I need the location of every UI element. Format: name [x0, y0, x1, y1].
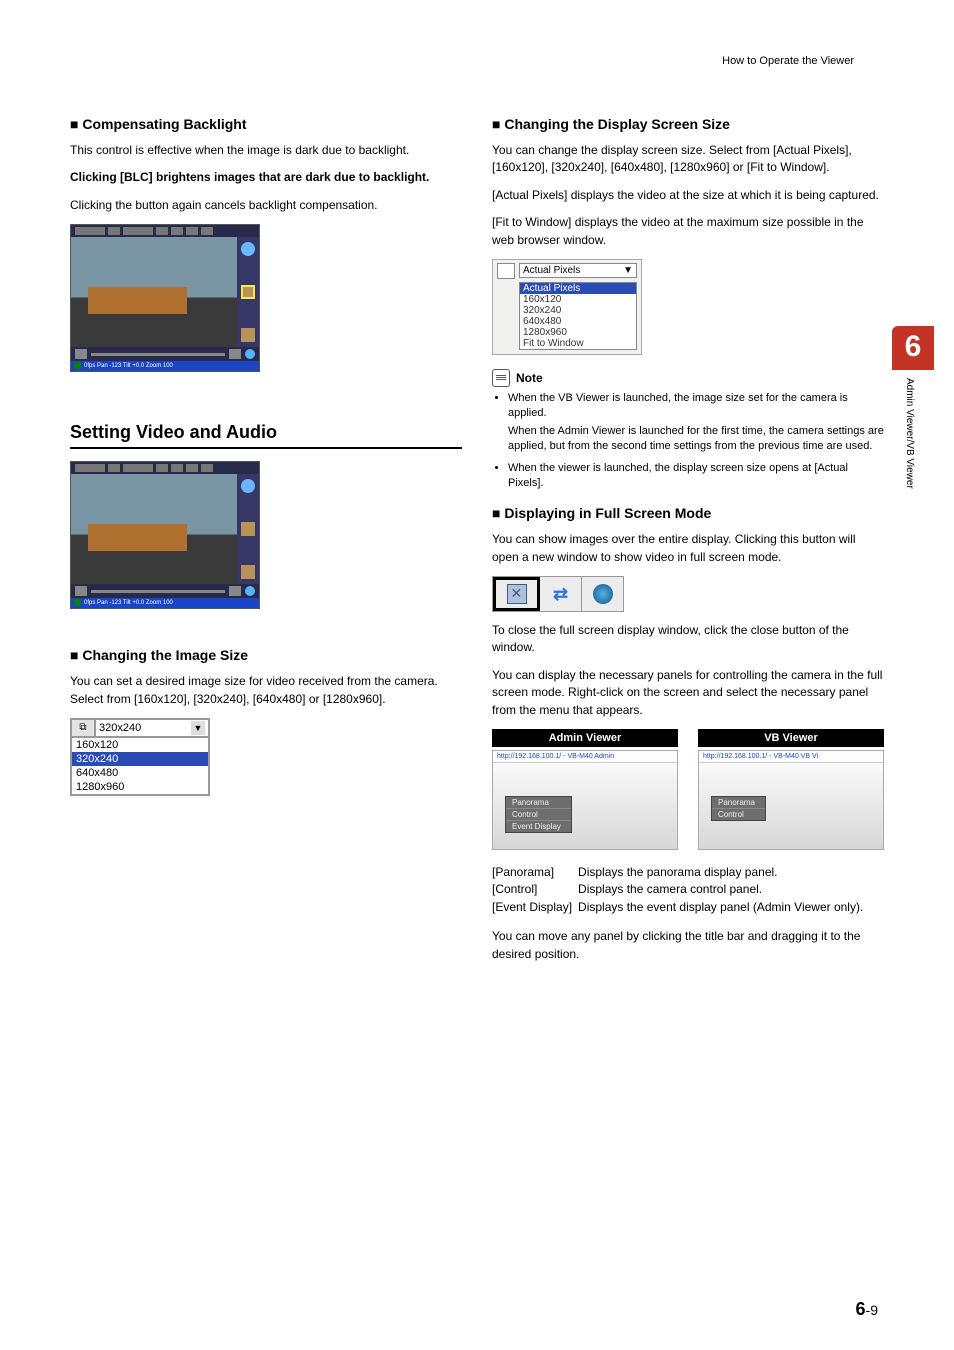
display-size-option[interactable]: Actual Pixels — [520, 283, 636, 294]
image-size-option[interactable]: 640x480 — [72, 766, 208, 780]
blc-button-icon — [241, 285, 255, 299]
image-size-option[interactable]: 160x120 — [72, 738, 208, 752]
note-bullet-1a: When the VB Viewer is launched, the imag… — [508, 392, 848, 419]
reconnect-button[interactable]: ⇄ — [540, 577, 582, 611]
heading-fullscreen: Displaying in Full Screen Mode — [492, 505, 884, 521]
left-column: Compensating Backlight This control is e… — [70, 110, 462, 973]
note-bullet-1b: When the Admin Viewer is launched for th… — [508, 424, 884, 455]
admin-viewer-title: Admin Viewer — [492, 729, 678, 747]
def-val: Displays the event display panel (Admin … — [578, 899, 869, 916]
note-list: When the VB Viewer is launched, the imag… — [508, 391, 884, 491]
imgsize-p1: You can set a desired image size for vid… — [70, 673, 462, 708]
display-icon — [497, 263, 515, 279]
vb-viewer-url: http://192.168.100.1/ - VB-M40 VB Vi — [699, 751, 883, 763]
heading-dispsize: Changing the Display Screen Size — [492, 116, 884, 132]
fullscreen-p3: You can display the necessary panels for… — [492, 667, 884, 719]
menu-item-panorama[interactable]: Panorama — [506, 797, 571, 809]
admin-viewer-block: Admin Viewer http://192.168.100.1/ - VB-… — [492, 729, 678, 850]
page-number-sub: -9 — [866, 1302, 878, 1318]
backlight-p2: Clicking [BLC] brightens images that are… — [70, 169, 462, 186]
fullscreen-p4: You can move any panel by clicking the t… — [492, 928, 884, 963]
fullscreen-p1: You can show images over the entire disp… — [492, 531, 884, 566]
dispsize-p3: [Fit to Window] displays the video at th… — [492, 214, 884, 249]
def-key: [Panorama] — [492, 864, 578, 881]
chapter-label: Admin Viewer/VB Viewer — [892, 370, 927, 520]
audio-button[interactable] — [582, 577, 623, 611]
expand-icon — [507, 584, 527, 604]
backlight-p3: Clicking the button again cancels backli… — [70, 197, 462, 214]
side-button-icon — [241, 328, 255, 342]
note-bullet-2: When the viewer is launched, the display… — [508, 461, 884, 492]
side-button-icon — [241, 565, 255, 579]
backlight-p1: This control is effective when the image… — [70, 142, 462, 159]
image-size-option[interactable]: 320x240 — [72, 752, 208, 766]
chapter-number: 6 — [892, 326, 934, 370]
side-indicator-icon — [241, 479, 255, 493]
vb-viewer-block: VB Viewer http://192.168.100.1/ - VB-M40… — [698, 729, 884, 850]
display-size-option[interactable]: 160x120 — [520, 294, 636, 305]
heading-imgsize: Changing the Image Size — [70, 647, 462, 663]
page-number: 6-9 — [856, 1299, 878, 1320]
fullscreen-button[interactable] — [493, 577, 540, 611]
viewer-screenshot-backlight: 0fps Pan -123 Tilt +0.0 Zoom 100 — [70, 224, 260, 372]
heading-av: Setting Video and Audio — [70, 422, 462, 449]
image-size-option[interactable]: 1280x960 — [72, 780, 208, 794]
dispsize-p1: You can change the display screen size. … — [492, 142, 884, 177]
menu-item-control[interactable]: Control — [506, 809, 571, 821]
page-number-chapter: 6 — [856, 1299, 866, 1319]
panel-definitions: [Panorama]Displays the panorama display … — [492, 864, 869, 916]
dispsize-p2: [Actual Pixels] displays the video at th… — [492, 187, 884, 204]
chapter-tab: 6 Admin Viewer/VB Viewer — [892, 326, 934, 520]
viewer-status: 0fps Pan -123 Tilt +0.0 Zoom 100 — [71, 598, 259, 608]
note-icon — [492, 369, 510, 387]
vb-context-menu[interactable]: Panorama Control — [711, 796, 766, 821]
menu-item-panorama[interactable]: Panorama — [712, 797, 765, 809]
image-size-dropdown[interactable]: ⧉ 320x240 ▼ 160x120 320x240 640x480 1280… — [70, 718, 210, 796]
header-breadcrumb: How to Operate the Viewer — [722, 55, 854, 67]
swap-arrows-icon: ⇄ — [553, 584, 568, 605]
def-val: Displays the camera control panel. — [578, 881, 869, 898]
chevron-down-icon[interactable]: ▼ — [191, 721, 205, 735]
image-size-options[interactable]: 160x120 320x240 640x480 1280x960 — [71, 737, 209, 795]
admin-context-menu[interactable]: Panorama Control Event Display — [505, 796, 572, 833]
fullscreen-p2: To close the full screen display window,… — [492, 622, 884, 657]
right-column: Changing the Display Screen Size You can… — [492, 110, 884, 973]
chevron-down-icon[interactable]: ▼ — [623, 265, 633, 276]
vb-viewer-title: VB Viewer — [698, 729, 884, 747]
fullscreen-button-row: ⇄ — [492, 576, 624, 612]
def-key: [Event Display] — [492, 899, 578, 916]
viewer-screenshot-av: 0fps Pan -123 Tilt +0.0 Zoom 100 — [70, 461, 260, 609]
display-size-option[interactable]: Fit to Window — [520, 338, 636, 349]
viewer-status: 0fps Pan -123 Tilt +0.0 Zoom 100 — [71, 361, 259, 371]
side-indicator-icon — [241, 242, 255, 256]
side-button-icon — [241, 522, 255, 536]
display-size-option[interactable]: 640x480 — [520, 316, 636, 327]
resolution-icon: ⧉ — [71, 719, 95, 737]
display-size-option[interactable]: 320x240 — [520, 305, 636, 316]
image-size-current: 320x240 — [99, 722, 141, 734]
heading-backlight: Compensating Backlight — [70, 116, 462, 132]
display-size-current: Actual Pixels — [523, 265, 580, 276]
display-size-options[interactable]: Actual Pixels 160x120 320x240 640x480 12… — [519, 282, 637, 350]
display-size-option[interactable]: 1280x960 — [520, 327, 636, 338]
note-label: Note — [516, 371, 543, 385]
display-size-dropdown[interactable]: Actual Pixels ▼ Actual Pixels 160x120 32… — [492, 259, 642, 355]
menu-item-control[interactable]: Control — [712, 809, 765, 820]
admin-viewer-url: http://192.168.100.1/ - VB-M40 Admin — [493, 751, 677, 763]
def-val: Displays the panorama display panel. — [578, 864, 869, 881]
globe-icon — [593, 584, 613, 604]
menu-item-event-display[interactable]: Event Display — [506, 821, 571, 832]
def-key: [Control] — [492, 881, 578, 898]
